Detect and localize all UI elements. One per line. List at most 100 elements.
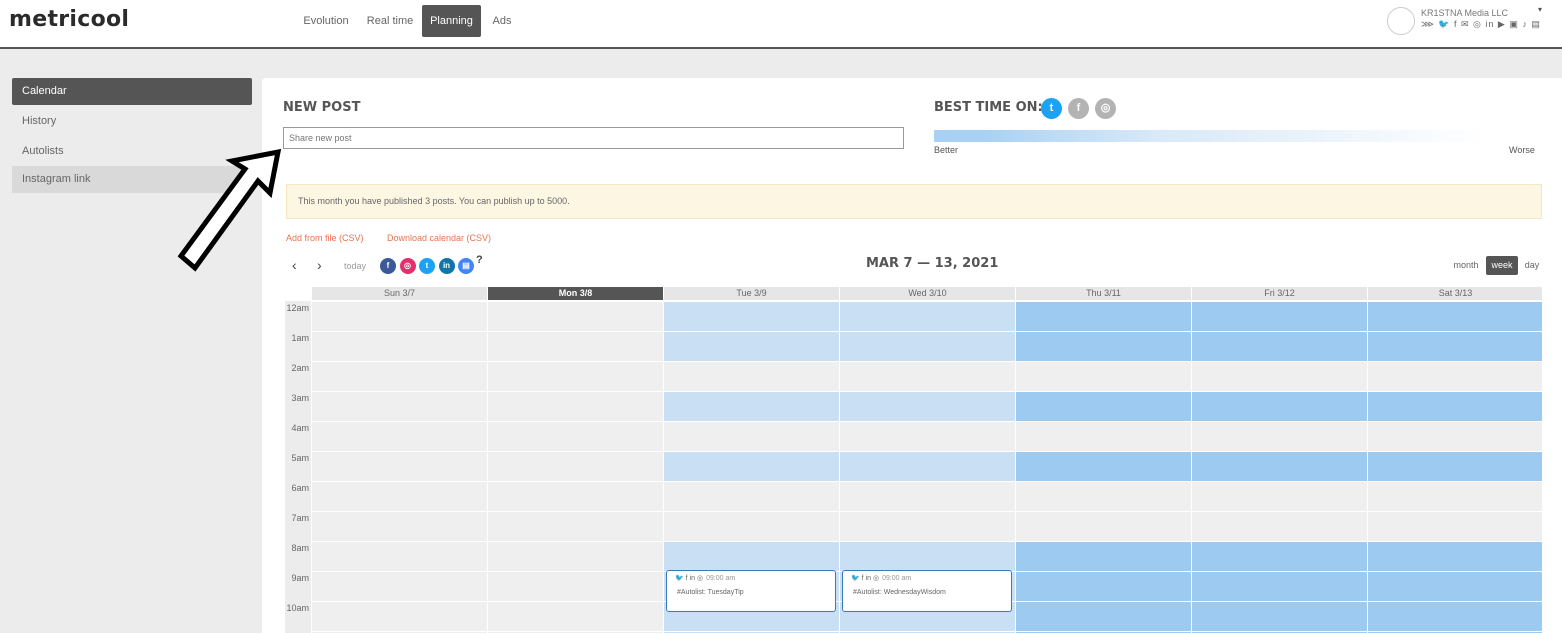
time-slot[interactable] bbox=[663, 301, 839, 331]
time-slot[interactable] bbox=[1367, 361, 1542, 391]
twitter-icon[interactable]: t bbox=[419, 258, 435, 274]
time-slot[interactable] bbox=[839, 361, 1015, 391]
time-slot[interactable] bbox=[1015, 331, 1191, 361]
time-slot[interactable] bbox=[839, 541, 1015, 571]
time-slot[interactable] bbox=[1367, 511, 1542, 541]
prev-week-button[interactable]: ‹ bbox=[292, 257, 297, 273]
view-month-button[interactable]: month bbox=[1450, 256, 1482, 275]
metricool-logo[interactable]: metricool bbox=[9, 7, 129, 32]
next-week-button[interactable]: › bbox=[317, 257, 322, 273]
time-slot[interactable] bbox=[487, 451, 663, 481]
time-slot[interactable] bbox=[311, 451, 487, 481]
time-slot[interactable] bbox=[663, 451, 839, 481]
time-slot[interactable] bbox=[1367, 541, 1542, 571]
time-slot[interactable] bbox=[487, 601, 663, 631]
share-new-post-input[interactable] bbox=[283, 127, 904, 149]
time-slot[interactable] bbox=[1367, 301, 1542, 331]
time-slot[interactable] bbox=[1367, 391, 1542, 421]
gmb-icon[interactable]: ▤ bbox=[458, 258, 474, 274]
time-slot[interactable] bbox=[487, 331, 663, 361]
time-slot[interactable] bbox=[839, 421, 1015, 451]
time-slot[interactable] bbox=[663, 511, 839, 541]
time-slot[interactable] bbox=[1191, 451, 1367, 481]
time-slot[interactable] bbox=[1191, 301, 1367, 331]
time-slot[interactable] bbox=[663, 391, 839, 421]
time-slot[interactable] bbox=[487, 571, 663, 601]
time-slot[interactable] bbox=[1015, 421, 1191, 451]
time-slot[interactable] bbox=[311, 511, 487, 541]
time-slot[interactable] bbox=[311, 601, 487, 631]
time-slot[interactable] bbox=[1015, 481, 1191, 511]
time-slot[interactable] bbox=[1191, 541, 1367, 571]
time-slot[interactable] bbox=[487, 361, 663, 391]
linkedin-icon[interactable]: in bbox=[438, 258, 455, 274]
time-slot[interactable] bbox=[311, 481, 487, 511]
time-slot[interactable] bbox=[1367, 331, 1542, 361]
time-slot[interactable] bbox=[311, 331, 487, 361]
time-slot[interactable] bbox=[1015, 451, 1191, 481]
time-slot[interactable] bbox=[839, 481, 1015, 511]
time-slot[interactable] bbox=[311, 541, 487, 571]
today-button[interactable]: today bbox=[344, 261, 366, 271]
time-slot[interactable] bbox=[1191, 481, 1367, 511]
facebook-icon[interactable]: f bbox=[380, 258, 396, 274]
scheduled-post[interactable]: 🐦 f in ◎ 09:00 am #Autolist: WednesdayWisd… bbox=[842, 570, 1012, 612]
sidebar-item-calendar[interactable]: Calendar bbox=[12, 78, 252, 105]
time-slot[interactable] bbox=[839, 511, 1015, 541]
time-slot[interactable] bbox=[487, 541, 663, 571]
time-slot[interactable] bbox=[1015, 571, 1191, 601]
time-slot[interactable] bbox=[1191, 361, 1367, 391]
account-name[interactable]: KR1STNA Media LLC bbox=[1421, 8, 1508, 18]
time-slot[interactable] bbox=[1191, 571, 1367, 601]
account-dropdown-caret-icon[interactable]: ▾ bbox=[1538, 5, 1542, 14]
time-slot[interactable] bbox=[1367, 601, 1542, 631]
time-slot[interactable] bbox=[663, 331, 839, 361]
time-slot[interactable] bbox=[487, 391, 663, 421]
sidebar-item-history[interactable]: History bbox=[12, 108, 252, 135]
time-slot[interactable] bbox=[1191, 511, 1367, 541]
time-slot[interactable] bbox=[1015, 541, 1191, 571]
time-slot[interactable] bbox=[663, 481, 839, 511]
time-slot[interactable] bbox=[1367, 571, 1542, 601]
time-slot[interactable] bbox=[1191, 421, 1367, 451]
sidebar-item-instagram-link[interactable]: Instagram link bbox=[12, 166, 252, 193]
time-slot[interactable] bbox=[487, 301, 663, 331]
nav-tab-evolution[interactable]: Evolution bbox=[298, 5, 354, 37]
time-slot[interactable] bbox=[1191, 331, 1367, 361]
time-slot[interactable] bbox=[311, 421, 487, 451]
time-slot[interactable] bbox=[663, 421, 839, 451]
nav-tab-real-time[interactable]: Real time bbox=[363, 5, 417, 37]
time-slot[interactable] bbox=[1191, 601, 1367, 631]
time-slot[interactable] bbox=[1015, 601, 1191, 631]
time-slot[interactable] bbox=[311, 361, 487, 391]
view-week-button[interactable]: week bbox=[1486, 256, 1518, 275]
facebook-icon[interactable]: f bbox=[1068, 98, 1089, 119]
time-slot[interactable] bbox=[1015, 511, 1191, 541]
time-slot[interactable] bbox=[487, 511, 663, 541]
instagram-icon[interactable]: ◎ bbox=[1095, 98, 1116, 119]
time-slot[interactable] bbox=[839, 391, 1015, 421]
time-slot[interactable] bbox=[487, 421, 663, 451]
view-day-button[interactable]: day bbox=[1522, 256, 1542, 275]
sidebar-item-autolists[interactable]: Autolists bbox=[12, 138, 252, 165]
time-slot[interactable] bbox=[1191, 391, 1367, 421]
time-slot[interactable] bbox=[487, 481, 663, 511]
instagram-icon[interactable]: ◎ bbox=[399, 258, 416, 274]
time-slot[interactable] bbox=[1015, 301, 1191, 331]
time-slot[interactable] bbox=[1367, 451, 1542, 481]
add-from-csv-link[interactable]: Add from file (CSV) bbox=[286, 233, 364, 243]
nav-tab-ads[interactable]: Ads bbox=[487, 5, 517, 37]
twitter-icon[interactable]: t bbox=[1041, 98, 1062, 119]
time-slot[interactable] bbox=[311, 571, 487, 601]
time-slot[interactable] bbox=[839, 331, 1015, 361]
time-slot[interactable] bbox=[663, 541, 839, 571]
time-slot[interactable] bbox=[839, 301, 1015, 331]
time-slot[interactable] bbox=[1015, 391, 1191, 421]
download-calendar-csv-link[interactable]: Download calendar (CSV) bbox=[387, 233, 491, 243]
account-avatar[interactable] bbox=[1387, 7, 1415, 35]
time-slot[interactable] bbox=[839, 451, 1015, 481]
scheduled-post[interactable]: 🐦 f in ◎ 09:00 am #Autolist: TuesdayTip bbox=[666, 570, 836, 612]
time-slot[interactable] bbox=[1367, 481, 1542, 511]
nav-tab-planning[interactable]: Planning bbox=[422, 5, 481, 37]
help-icon[interactable]: ? bbox=[476, 254, 483, 266]
